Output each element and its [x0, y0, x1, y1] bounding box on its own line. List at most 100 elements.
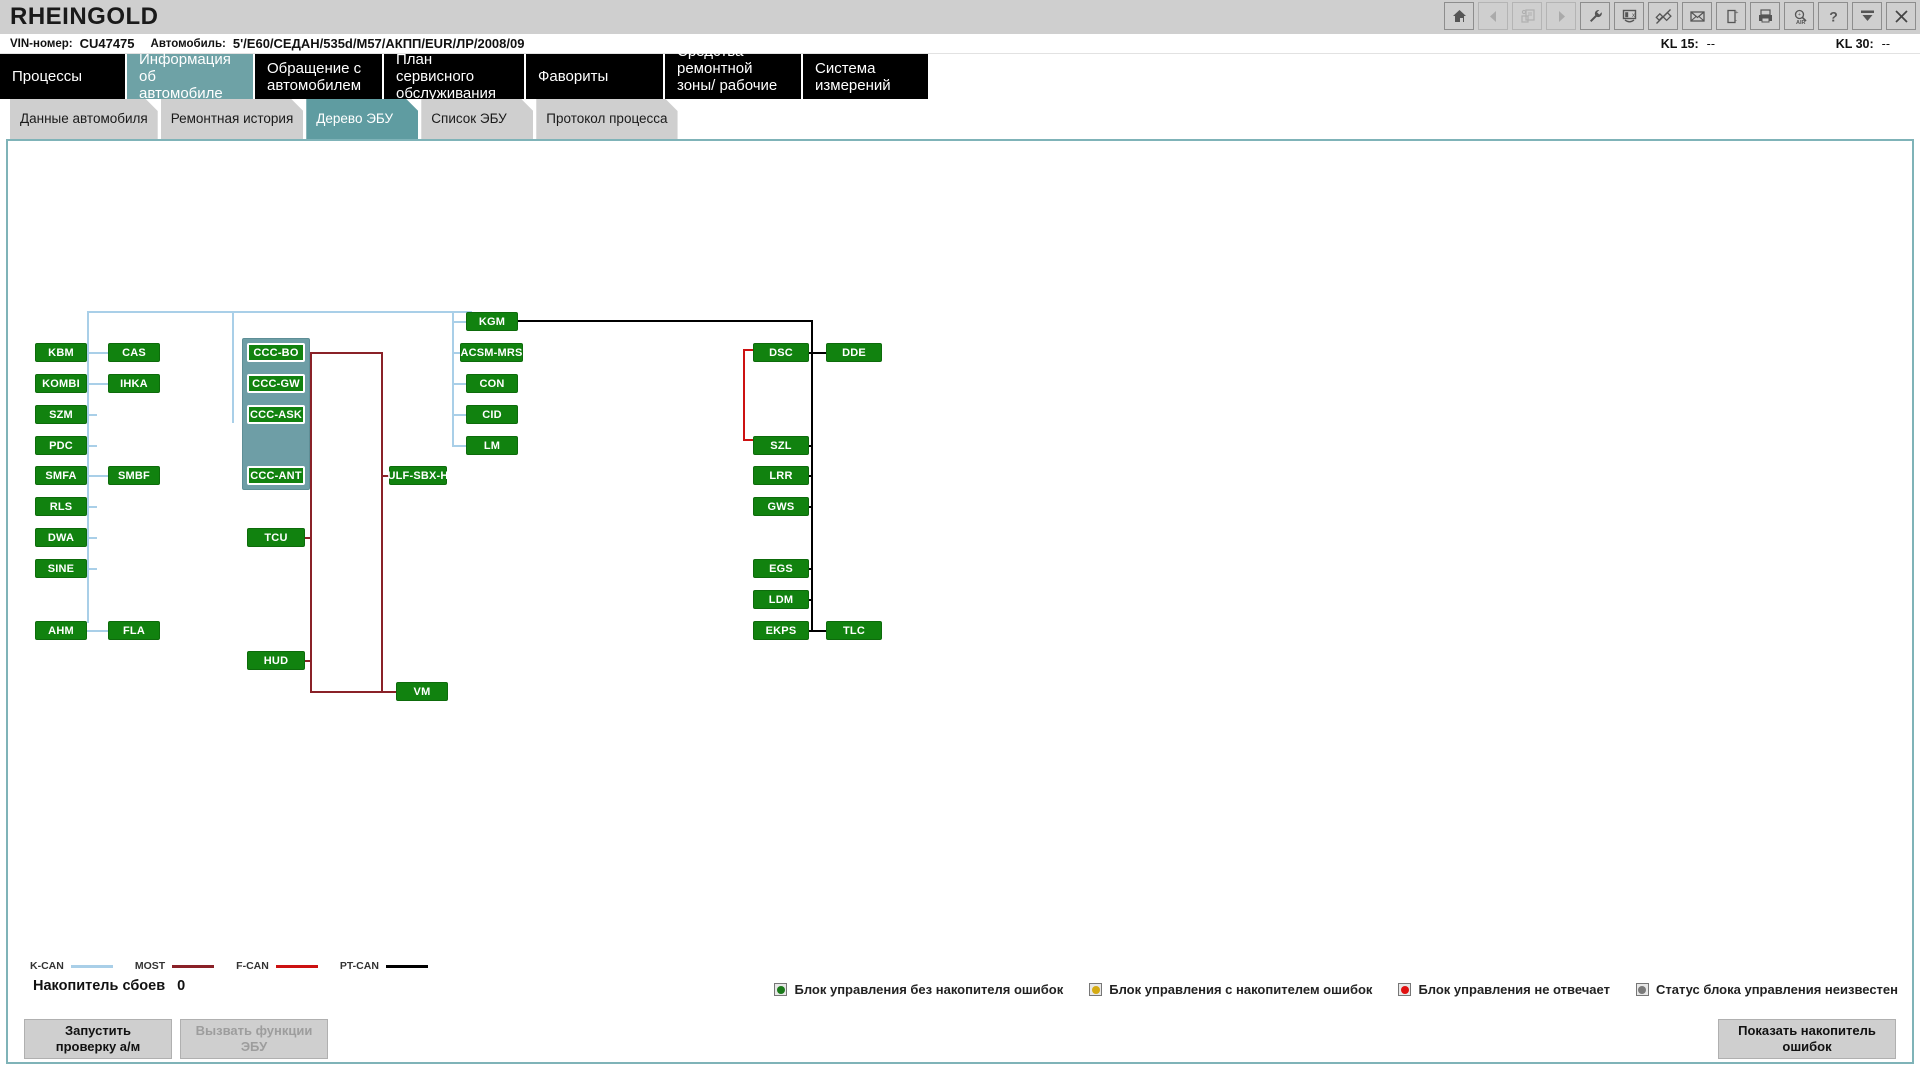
help-question-icon[interactable]: ?	[1818, 2, 1848, 30]
can-legend-label: PT-CAN	[339, 960, 379, 972]
ecu-node-con[interactable]: CON	[466, 374, 518, 393]
primary-tab-1[interactable]: Информация об автомобиле	[127, 51, 253, 102]
secondary-tab-label: Ремонтная история	[170, 111, 294, 126]
ecu-node-smbf[interactable]: SMBF	[108, 466, 160, 485]
ecu-node-hud[interactable]: HUD	[247, 651, 305, 670]
edge-kcan-stub-kbm	[87, 352, 110, 354]
status-legend-item-3: Статус блока управления неизвестен	[1635, 982, 1898, 997]
edge-kcan-stub-rls	[87, 506, 97, 508]
ecu-node-cid[interactable]: CID	[466, 405, 518, 424]
title-bar: RHEINGOLD x + - + AIR ?	[0, 0, 1920, 34]
can-legend-label: F-CAN	[236, 960, 269, 972]
primary-tab-label: Фавориты	[538, 68, 609, 85]
status-legend-item-2: Блок управления не отвечает	[1398, 982, 1610, 997]
secondary-tab-0[interactable]: Данные автомобиля	[10, 99, 158, 139]
ecu-node-fla[interactable]: FLA	[108, 621, 160, 640]
status-legend: Блок управления без накопителя ошибок Бло…	[774, 982, 1898, 997]
primary-tab-0[interactable]: Процессы	[0, 54, 125, 99]
ecu-node-acsm-mrs[interactable]: ACSM-MRS	[460, 343, 523, 362]
secondary-tab-label: Список ЭБУ	[431, 111, 507, 126]
ecu-node-lm[interactable]: LM	[466, 436, 518, 455]
edge-kcan-stub-sine	[87, 568, 97, 570]
home-icon[interactable]	[1444, 2, 1474, 30]
secondary-tab-4[interactable]: Протокол процесса	[536, 99, 677, 139]
secondary-tab-3[interactable]: Список ЭБУ	[421, 99, 533, 139]
ecu-node-ccc-ask[interactable]: CCC-ASK	[247, 405, 305, 424]
can-legend-label: MOST	[134, 960, 166, 972]
connector-icon[interactable]	[1648, 2, 1678, 30]
ecu-node-cas[interactable]: CAS	[108, 343, 160, 362]
close-icon[interactable]	[1886, 2, 1916, 30]
vin-label: VIN-номер:	[10, 37, 73, 50]
ecu-node-ccc-gw[interactable]: CCC-GW	[247, 374, 305, 393]
primary-tab-2[interactable]: Обращение с автомобилем	[255, 54, 382, 99]
svg-text:+: +	[1798, 11, 1801, 17]
minimize-icon[interactable]	[1852, 2, 1882, 30]
ecu-node-sine[interactable]: SINE	[35, 559, 87, 578]
app-title: RHEINGOLD	[10, 3, 159, 30]
ecu-node-ahm[interactable]: AHM	[35, 621, 87, 640]
air-magnifier-icon[interactable]: + AIR	[1784, 2, 1814, 30]
edge-most-vm	[310, 691, 396, 693]
ecu-node-smfa[interactable]: SMFA	[35, 466, 87, 485]
ecu-node-vm[interactable]: VM	[396, 682, 448, 701]
ecu-node-dde[interactable]: DDE	[826, 343, 882, 362]
edge-most-left-spine	[310, 352, 312, 693]
status-legend-label: Блок управления с накопителем ошибок	[1109, 982, 1373, 997]
primary-tab-4[interactable]: Фавориты	[526, 54, 663, 99]
status-legend-label: Блок управления не отвечает	[1418, 982, 1610, 997]
battery-icon[interactable]: + -	[1716, 2, 1746, 30]
back-arrow-icon[interactable]	[1478, 2, 1508, 30]
can-legend-label: K-CAN	[30, 960, 64, 972]
ecu-node-szm[interactable]: SZM	[35, 405, 87, 424]
primary-tab-label: Процессы	[12, 68, 83, 85]
ecu-node-rls[interactable]: RLS	[35, 497, 87, 516]
primary-tab-5[interactable]: Средства ремонтной зоны/ рабочие жидкост…	[665, 43, 801, 111]
toolbar: x + - + AIR ?	[1444, 2, 1916, 30]
ecu-node-ulf-sbx-h[interactable]: ULF-SBX-H	[387, 466, 448, 485]
secondary-tab-label: Дерево ЭБУ	[316, 111, 394, 126]
ecu-node-ldm[interactable]: LDM	[753, 590, 809, 609]
ecu-node-dwa[interactable]: DWA	[35, 528, 87, 547]
secondary-tab-2[interactable]: Дерево ЭБУ	[306, 99, 418, 139]
ecu-node-tlc[interactable]: TLC	[826, 621, 882, 640]
primary-tab-3[interactable]: План сервисного обслуживания	[384, 51, 524, 102]
ecu-node-ccc-ant[interactable]: CCC-ANT	[247, 466, 305, 485]
start-vehicle-check-button[interactable]: Запустить проверку а/м	[24, 1019, 172, 1059]
can-legend-item-f-can: F-CAN	[236, 960, 318, 972]
status-swatch	[774, 983, 788, 996]
documents-icon[interactable]	[1512, 2, 1542, 30]
primary-tab-6[interactable]: Система измерений	[803, 54, 928, 99]
ecu-node-egs[interactable]: EGS	[753, 559, 809, 578]
ecu-node-ihka[interactable]: IHKA	[108, 374, 160, 393]
printer-icon[interactable]	[1750, 2, 1780, 30]
edge-most-right-spine	[381, 352, 383, 693]
ecu-tree-canvas[interactable]: KBM KOMBI SZM PDC SMFA RLS DWA SINE AHM CAS IHKA SM…	[6, 139, 1914, 956]
secondary-tab-bar: Данные автомобиля Ремонтная история Дерево…	[0, 99, 1920, 139]
kl15-status: KL 15: --	[1661, 37, 1715, 51]
can-legend-item-k-can: K-CAN	[30, 960, 113, 972]
ecu-node-ccc-bo[interactable]: CCC-BO	[247, 343, 305, 362]
can-legend-line	[275, 964, 318, 968]
ecu-node-kombi[interactable]: KOMBI	[35, 374, 87, 393]
ecu-node-gws[interactable]: GWS	[753, 497, 809, 516]
show-error-memory-button[interactable]: Показать накопитель ошибок	[1718, 1019, 1896, 1059]
ecu-node-lrr[interactable]: LRR	[753, 466, 809, 485]
ecu-node-tcu[interactable]: TCU	[247, 528, 305, 547]
ecu-node-szl[interactable]: SZL	[753, 436, 809, 455]
vehicle-label: Автомобиль:	[150, 37, 226, 50]
ecu-node-ekps[interactable]: EKPS	[753, 621, 809, 640]
ecu-node-pdc[interactable]: PDC	[35, 436, 87, 455]
ecu-node-dsc[interactable]: DSC	[753, 343, 809, 362]
forward-arrow-icon[interactable]	[1546, 2, 1576, 30]
wrench-icon[interactable]	[1580, 2, 1610, 30]
primary-tab-label: Средства ремонтной зоны/ рабочие жидкост…	[677, 42, 778, 111]
edge-most-tcu	[305, 537, 311, 539]
status-swatch	[1635, 983, 1649, 996]
ecu-clear-icon[interactable]: x	[1614, 2, 1644, 30]
error-memory-label: Накопитель сбоев	[33, 978, 166, 994]
ecu-node-kbm[interactable]: KBM	[35, 343, 87, 362]
ecu-node-kgm[interactable]: KGM	[466, 312, 518, 331]
secondary-tab-1[interactable]: Ремонтная история	[161, 99, 304, 139]
envelope-icon[interactable]	[1682, 2, 1712, 30]
